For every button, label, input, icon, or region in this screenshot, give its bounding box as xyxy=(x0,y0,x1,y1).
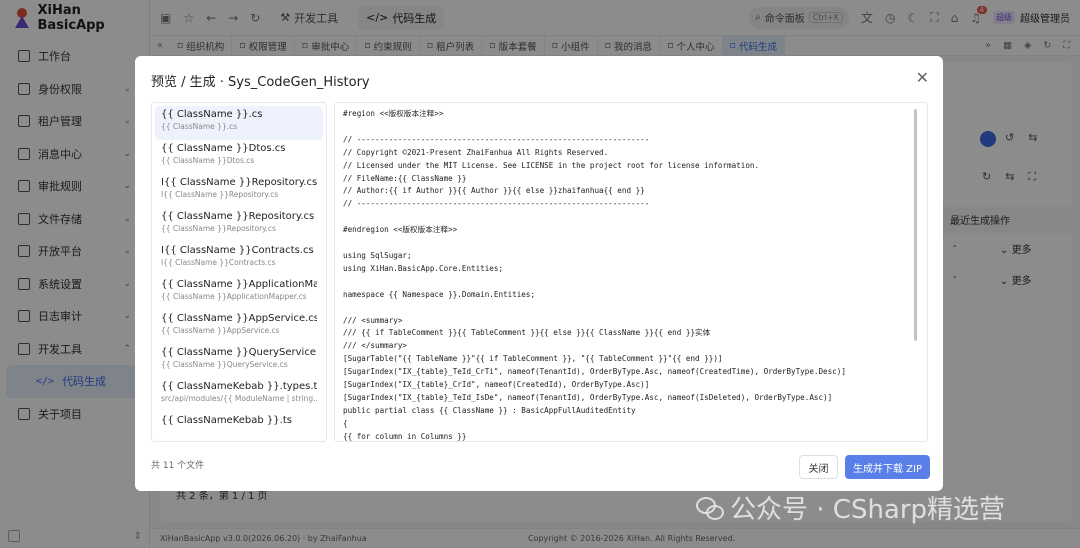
code-line: [SugarIndex("IX_{table}_CrId", nameof(Cr… xyxy=(343,380,650,390)
code-line: ​ xyxy=(343,276,919,289)
code-line: {{ for column in Columns }} xyxy=(343,431,467,441)
watermark-text: 公众号 · CSharp精选营 xyxy=(730,495,1006,525)
code-line: // Copyright ©2021-Present ZhaiFanhua Al… xyxy=(343,147,609,157)
preview-dialog: 预览 / 生成 · Sys_CodeGen_History ✕ {{ Class… xyxy=(135,56,943,491)
file-path: src/api/modules/{{ ModuleName | string..… xyxy=(161,394,317,403)
code-line: [SugarIndex("IX_{table}_TeId_CrTi", name… xyxy=(343,367,846,377)
file-name: {{ ClassName }}.cs xyxy=(161,109,263,120)
file-name: {{ ClassNameKebab }}.ts xyxy=(161,415,292,426)
generate-zip-button[interactable]: 生成并下载 ZIP xyxy=(845,455,930,479)
code-line: #region <<版权版本注释>> xyxy=(343,109,444,118)
file-list-item[interactable]: I{{ ClassName }}Repository.cs I{{ ClassNa… xyxy=(155,174,323,208)
code-line: // -------------------------------------… xyxy=(343,134,650,144)
file-path: {{ ClassName }}AppService.cs xyxy=(161,326,280,335)
code-line: { xyxy=(343,418,348,428)
file-count: 共 11 个文件 xyxy=(151,461,205,471)
file-path: {{ ClassName }}.cs xyxy=(161,122,238,131)
code-line: /// <summary> xyxy=(343,315,403,325)
file-name: I{{ ClassName }}Contracts.cs xyxy=(161,245,314,256)
file-name: I{{ ClassName }}Repository.cs xyxy=(161,177,317,188)
file-name: {{ ClassName }}QueryService.cs xyxy=(161,347,317,358)
code-line: ​ xyxy=(343,121,919,134)
code-line: /// </summary> xyxy=(343,341,408,351)
file-path: {{ ClassName }}QueryService.cs xyxy=(161,360,288,369)
code-line: ​ xyxy=(343,302,919,315)
code-line: ​ xyxy=(343,211,919,224)
code-line: // Licensed under the MIT License. See L… xyxy=(343,160,760,170)
code-line: [SugarIndex("IX_{table}_TeId_IsDe", name… xyxy=(343,392,833,402)
code-line: public partial class {{ ClassName }} : B… xyxy=(343,405,636,415)
file-name: {{ ClassName }}ApplicationMapper.cs xyxy=(161,279,317,290)
code-line: // FileName:{{ ClassName }} xyxy=(343,173,467,183)
code-line: namespace {{ Namespace }}.Domain.Entitie… xyxy=(343,289,536,299)
file-path: I{{ ClassName }}Repository.cs xyxy=(161,190,279,199)
dialog-title: 预览 / 生成 · Sys_CodeGen_History xyxy=(151,75,370,90)
scrollbar[interactable] xyxy=(914,109,917,341)
code-line: // -------------------------------------… xyxy=(343,199,650,209)
file-name: {{ ClassName }}Repository.cs xyxy=(161,211,315,222)
code-line: // Author:{{ if Author }}{{ Author }}{{ … xyxy=(343,186,645,196)
file-name: {{ ClassNameKebab }}.types.ts xyxy=(161,381,317,392)
file-path: {{ ClassName }}Dtos.cs xyxy=(161,156,255,165)
file-list-item[interactable]: {{ ClassName }}Repository.cs {{ ClassName… xyxy=(155,208,323,242)
code-line: ​ xyxy=(343,237,919,250)
file-list-item[interactable]: {{ ClassNameKebab }}.types.ts src/api/mod… xyxy=(155,378,323,412)
file-path: {{ ClassName }}ApplicationMapper.cs xyxy=(161,292,307,301)
code-preview[interactable]: #region <<版权版本注释>>​// ------------------… xyxy=(334,102,928,442)
code-line: #endregion <<版权版本注释>> xyxy=(343,225,458,235)
close-icon[interactable]: ✕ xyxy=(916,68,929,87)
file-list-item[interactable]: {{ ClassName }}Dtos.cs {{ ClassName }}Dto… xyxy=(155,140,323,174)
file-list-item[interactable]: I{{ ClassName }}Contracts.cs I{{ ClassNam… xyxy=(155,242,323,276)
file-list-item[interactable]: {{ ClassName }}ApplicationMapper.cs {{ Cl… xyxy=(155,276,323,310)
file-path: {{ ClassName }}Repository.cs xyxy=(161,224,276,233)
code-line: using XiHan.BasicApp.Core.Entities; xyxy=(343,263,504,273)
code-line: using SqlSugar; xyxy=(343,250,412,260)
watermark: 公众号 · CSharp精选营 xyxy=(696,489,1005,526)
file-list-item[interactable]: {{ ClassName }}.cs {{ ClassName }}.cs xyxy=(155,106,323,140)
code-line: [SugarTable("{{ TableName }}"{{ if Table… xyxy=(343,354,723,364)
close-button[interactable]: 关闭 xyxy=(799,455,838,479)
file-name: {{ ClassName }}Dtos.cs xyxy=(161,143,286,154)
file-name: {{ ClassName }}AppService.cs xyxy=(161,313,317,324)
wechat-icon xyxy=(696,496,724,520)
file-list: {{ ClassName }}.cs{{ ClassName }}.cs{{ C… xyxy=(151,102,327,442)
code-line: /// {{ if TableComment }}{{ TableComment… xyxy=(343,328,711,338)
file-list-item[interactable]: {{ ClassName }}QueryService.cs {{ ClassNa… xyxy=(155,344,323,378)
file-list-item[interactable]: {{ ClassName }}AppService.cs {{ ClassName… xyxy=(155,310,323,344)
file-list-item[interactable]: {{ ClassNameKebab }}.ts xyxy=(155,412,323,441)
file-path: I{{ ClassName }}Contracts.cs xyxy=(161,258,276,267)
